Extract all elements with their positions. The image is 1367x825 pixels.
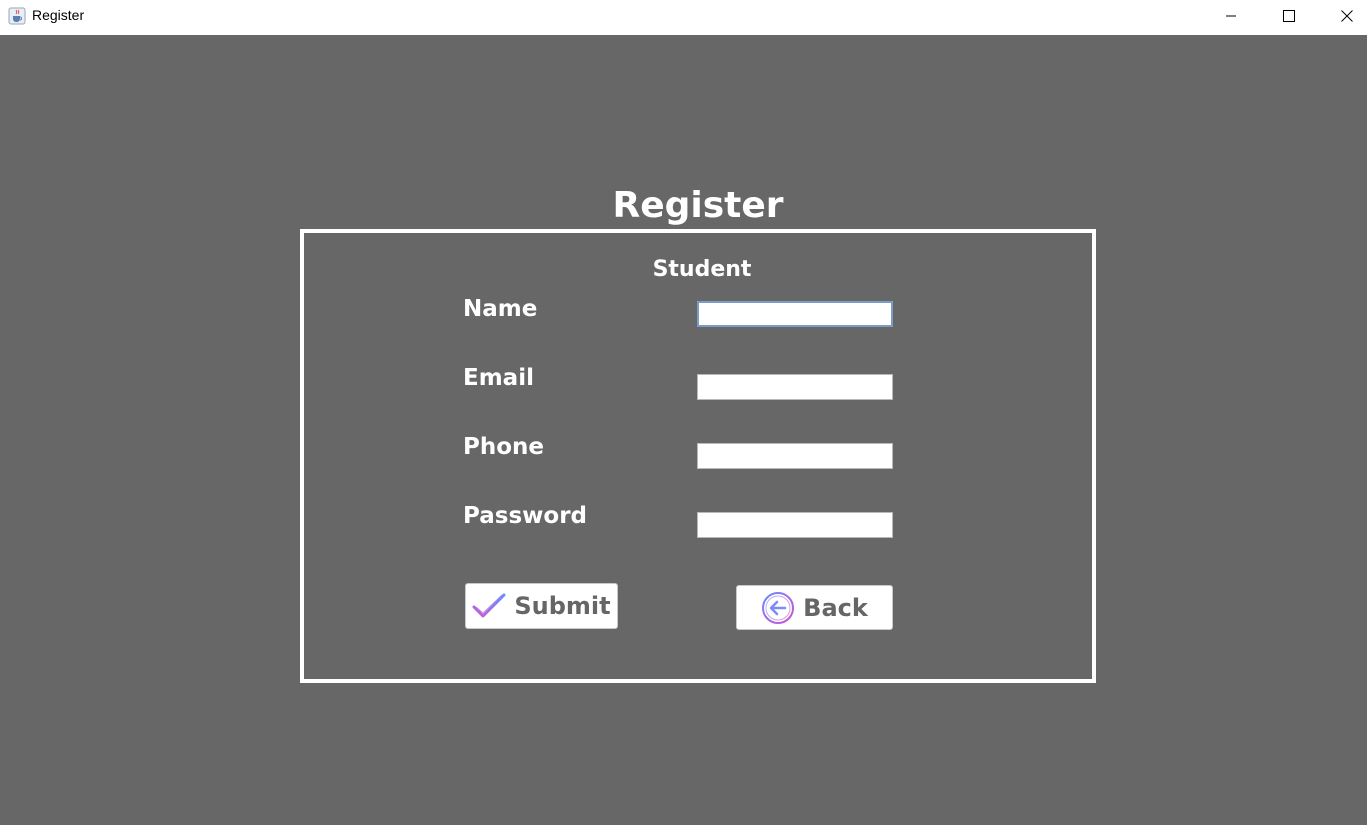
submit-label: Submit [514,592,611,620]
back-label: Back [803,593,868,622]
page-title: Register [612,185,784,226]
back-button[interactable]: Back [736,585,893,630]
minimize-icon [1225,7,1237,26]
checkmark-icon [472,592,506,620]
phone-field[interactable] [697,443,893,469]
password-label: Password [463,503,587,529]
close-icon [1341,7,1353,26]
name-field[interactable] [697,301,893,327]
maximize-icon [1283,7,1295,26]
java-cup-icon [8,7,26,25]
maximize-button[interactable] [1260,0,1318,32]
email-field[interactable] [697,374,893,400]
minimize-button[interactable] [1202,0,1260,32]
email-label: Email [463,365,534,391]
close-button[interactable] [1318,0,1367,32]
window-title: Register [32,7,85,23]
submit-button[interactable]: Submit [465,583,618,629]
name-label: Name [463,296,538,322]
register-content: Register Student Name Email Phone Passwo… [0,35,1367,825]
back-arrow-circle-icon [761,591,795,625]
window-titlebar: Register [0,0,1367,34]
password-field[interactable] [697,512,893,538]
panel-subtitle: Student [652,257,752,282]
phone-label: Phone [463,434,545,460]
